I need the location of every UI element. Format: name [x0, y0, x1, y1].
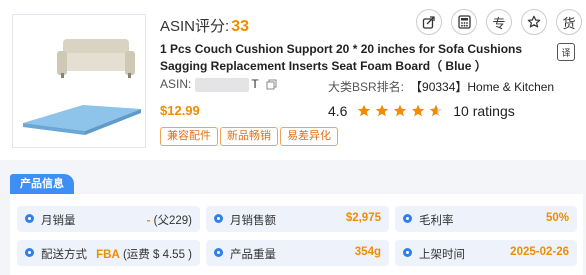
stat-label: 产品重量 — [230, 249, 276, 261]
stat-gross-margin: 毛利率 50% — [395, 206, 577, 232]
stat-listing-date: 上架时间 2025-02-26 — [395, 240, 577, 266]
stat-fulfillment: 配送方式 FBA (运费 $ 4.55 ) — [17, 240, 200, 266]
asin-label: ASIN: — [160, 77, 192, 91]
stat-value: $2,975 — [345, 212, 381, 224]
rating-value: 4.6 — [328, 103, 348, 119]
bsr-value[interactable]: 【90334】Home & Kitchen — [410, 80, 554, 94]
source-button[interactable]: 货 — [556, 9, 582, 35]
share-button[interactable] — [416, 9, 442, 35]
stat-value: FBA (运费 $ 4.55 ) — [96, 249, 192, 261]
copy-icon[interactable] — [266, 79, 277, 90]
calculator-icon — [457, 15, 471, 29]
product-price: $12.99 — [160, 103, 200, 118]
tag-compatible-accessory: 兼容配件 — [160, 127, 218, 146]
product-info-panel: 月销量 - (父229) 月销售额 $2,975 毛利率 50% 配送方式 FB… — [10, 194, 583, 275]
tag-easy-differentiation: 易差异化 — [280, 127, 338, 146]
stat-product-weight: 产品重量 354g — [206, 240, 389, 266]
translate-icon[interactable]: 译 — [557, 43, 575, 61]
stat-label: 上架时间 — [419, 249, 465, 261]
rating-row: 4.6 10 ratings — [328, 103, 515, 119]
stat-value: 354g — [354, 246, 381, 258]
stat-value: - (父229) — [146, 215, 192, 227]
ratings-count[interactable]: 10 ratings — [453, 103, 514, 119]
bullet-icon — [403, 214, 412, 223]
stat-label: 月销量 — [41, 215, 76, 227]
stat-value: 2025-02-26 — [510, 246, 569, 258]
bullet-icon — [214, 248, 223, 257]
bsr-row: 大类BSR排名: 【90334】Home & Kitchen — [328, 78, 554, 95]
calculator-button[interactable] — [451, 9, 477, 35]
stat-monthly-sales: 月销量 - (父229) — [17, 206, 200, 232]
bsr-label: 大类BSR排名: — [328, 80, 405, 94]
product-title[interactable]: 1 Pcs Couch Cushion Support 20 * 20 inch… — [160, 41, 540, 75]
bullet-icon — [25, 214, 34, 223]
bullet-icon — [25, 248, 34, 257]
asin-row: ASIN: T — [160, 77, 277, 92]
rating-stars — [358, 104, 443, 117]
asin-score: ASIN评分: 33 — [160, 15, 249, 36]
asin-score-label: ASIN评分: — [160, 18, 230, 35]
star-icon — [527, 15, 541, 28]
stat-label: 毛利率 — [419, 215, 454, 227]
stat-monthly-revenue: 月销售额 $2,975 — [206, 206, 389, 232]
tag-new-bestseller: 新品畅销 — [220, 127, 278, 146]
product-image[interactable] — [12, 14, 146, 148]
stat-label: 配送方式 — [41, 249, 87, 261]
specialty-button[interactable]: 专 — [486, 9, 512, 35]
asin-score-value: 33 — [231, 18, 249, 35]
bullet-icon — [403, 248, 412, 257]
share-icon — [422, 16, 435, 29]
bullet-icon — [214, 214, 223, 223]
stat-label: 月销售额 — [230, 215, 276, 227]
asin-tail: T — [251, 77, 259, 91]
product-card: ASIN评分: 33 专 货 译 1 Pcs Couch Cushion Supp… — [0, 0, 586, 160]
favorite-button[interactable] — [521, 9, 547, 35]
asin-redacted — [195, 77, 250, 92]
stat-value: 50% — [545, 212, 569, 224]
section-tab-product-info[interactable]: 产品信息 — [10, 174, 74, 194]
